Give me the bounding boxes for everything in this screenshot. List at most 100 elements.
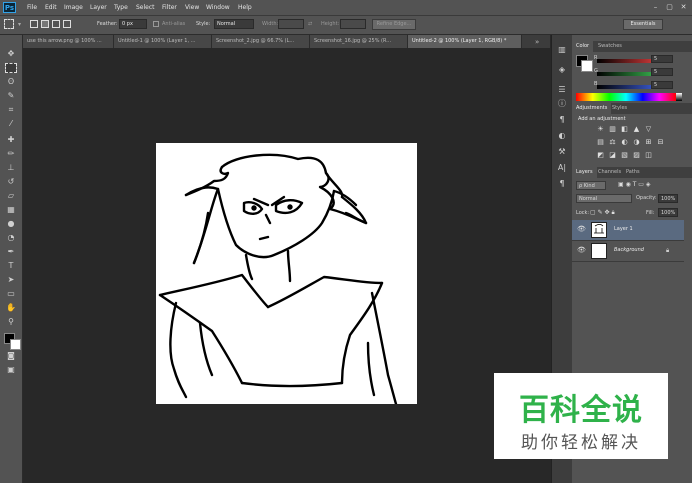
move-tool-icon[interactable]: ✥ bbox=[5, 49, 17, 59]
menu-help[interactable]: Help bbox=[238, 4, 252, 11]
tab-screenshot-16[interactable]: Screenshot_16.jpg @ 25% (R... bbox=[310, 35, 408, 48]
type-tool-icon[interactable]: T bbox=[5, 261, 17, 271]
tab-color[interactable]: Color bbox=[572, 41, 594, 52]
vibrance-icon[interactable]: ▽ bbox=[644, 125, 653, 134]
style-select[interactable]: Normal bbox=[214, 19, 254, 29]
layer-row-background[interactable]: 👁︎ Background 🔒︎ bbox=[572, 241, 684, 262]
color-lookup-icon[interactable]: ⊟ bbox=[656, 138, 665, 147]
menu-window[interactable]: Window bbox=[206, 4, 230, 11]
chevron-down-icon[interactable]: ▾ bbox=[18, 21, 21, 28]
hand-tool-icon[interactable]: ✋ bbox=[5, 303, 17, 313]
visibility-eye-icon[interactable]: 👁︎ bbox=[577, 225, 586, 233]
red-slider[interactable] bbox=[597, 59, 657, 63]
marquee-tool-icon[interactable] bbox=[5, 63, 17, 73]
minimize-icon[interactable]: – bbox=[651, 3, 660, 11]
paragraph-icon[interactable]: A| bbox=[557, 163, 567, 173]
antialias-checkbox[interactable] bbox=[153, 21, 159, 27]
navigator-icon[interactable]: ⚒ bbox=[557, 147, 567, 157]
workspace-select[interactable]: Essentials bbox=[623, 19, 663, 30]
document-canvas[interactable] bbox=[156, 143, 417, 406]
tabs-overflow-icon[interactable]: » bbox=[535, 38, 539, 46]
gradient-tool-icon[interactable]: ▦ bbox=[5, 205, 17, 215]
path-selection-tool-icon[interactable]: ➤ bbox=[5, 275, 17, 285]
swatches-icon[interactable]: ◐ bbox=[557, 131, 567, 141]
black-white-ramp[interactable] bbox=[676, 93, 682, 101]
tab-swatches[interactable]: Swatches bbox=[594, 41, 626, 52]
close-icon[interactable]: ✕ bbox=[679, 3, 688, 11]
lasso-tool-icon[interactable]: ʘ bbox=[5, 77, 17, 87]
menu-filter[interactable]: Filter bbox=[162, 4, 177, 11]
properties-panel-icon[interactable]: ☰ bbox=[557, 85, 567, 95]
quick-select-tool-icon[interactable]: ✎ bbox=[5, 91, 17, 101]
intersect-selection-icon[interactable] bbox=[63, 20, 71, 28]
refine-edge-button[interactable]: Refine Edge... bbox=[372, 19, 416, 30]
tab-use-this-arrow[interactable]: use this arrow.png @ 100% ... bbox=[23, 35, 114, 48]
tab-channels[interactable]: Channels bbox=[594, 167, 625, 178]
tab-paths[interactable]: Paths bbox=[622, 167, 644, 178]
visibility-eye-icon[interactable]: 👁︎ bbox=[577, 246, 586, 254]
menu-view[interactable]: View bbox=[185, 4, 199, 11]
menu-select[interactable]: Select bbox=[136, 4, 155, 11]
brush-tool-icon[interactable]: ✏ bbox=[5, 149, 17, 159]
width-input[interactable] bbox=[278, 19, 304, 29]
character-panel-icon[interactable]: ¶ bbox=[557, 115, 567, 125]
color-balance-icon[interactable]: ⚖ bbox=[608, 138, 617, 147]
green-value-field[interactable]: 5 bbox=[651, 68, 673, 76]
opacity-input[interactable]: 100% bbox=[658, 194, 678, 203]
crop-tool-icon[interactable]: ⌗ bbox=[5, 105, 17, 115]
add-selection-icon[interactable] bbox=[41, 20, 49, 28]
color-background-swatch[interactable] bbox=[581, 60, 593, 72]
fill-input[interactable]: 100% bbox=[658, 208, 678, 217]
tab-adjustments[interactable]: Adjustments bbox=[572, 103, 612, 114]
clone-stamp-tool-icon[interactable]: ⊥ bbox=[5, 163, 17, 173]
healing-brush-tool-icon[interactable]: ✚ bbox=[5, 135, 17, 145]
menu-layer[interactable]: Layer bbox=[90, 4, 107, 11]
layer-filter-icons[interactable]: ▣ ◉ T ▭ ◈ bbox=[618, 181, 650, 188]
red-value-field[interactable]: 5 bbox=[651, 55, 673, 63]
zoom-tool-icon[interactable]: ⚲ bbox=[5, 317, 17, 327]
blue-slider[interactable] bbox=[597, 85, 657, 89]
blue-value-field[interactable]: 5 bbox=[651, 81, 673, 89]
brightness-icon[interactable]: ☀ bbox=[596, 125, 605, 134]
glyphs-icon[interactable]: ¶ bbox=[557, 179, 567, 189]
history-panel-icon[interactable]: ▥ bbox=[557, 45, 567, 55]
tab-styles[interactable]: Styles bbox=[608, 103, 631, 114]
menu-type[interactable]: Type bbox=[114, 4, 128, 11]
marquee-tool-preset-icon[interactable] bbox=[4, 19, 14, 29]
quick-mask-icon[interactable]: ◙ bbox=[5, 351, 17, 361]
posterize-icon[interactable]: ◪ bbox=[608, 151, 617, 160]
layer-row-layer-1[interactable]: 👁︎ Layer 1 bbox=[572, 220, 684, 241]
feather-input[interactable]: 0 px bbox=[119, 19, 147, 29]
tab-screenshot-2[interactable]: Screenshot_2.jpg @ 66.7% (L... bbox=[212, 35, 310, 48]
dodge-tool-icon[interactable]: ◔ bbox=[5, 233, 17, 243]
menu-image[interactable]: Image bbox=[64, 4, 83, 11]
brush-presets-icon[interactable]: ◈ bbox=[557, 65, 567, 75]
new-selection-icon[interactable] bbox=[30, 20, 38, 28]
background-color-swatch[interactable] bbox=[10, 339, 21, 350]
eyedropper-tool-icon[interactable]: ⁄ bbox=[5, 119, 17, 129]
history-brush-tool-icon[interactable]: ↺ bbox=[5, 177, 17, 187]
layer-name[interactable]: Layer 1 bbox=[614, 226, 633, 232]
levels-icon[interactable]: ▥ bbox=[608, 125, 617, 134]
subtract-selection-icon[interactable] bbox=[52, 20, 60, 28]
gradient-map-icon[interactable]: ▨ bbox=[632, 151, 641, 160]
lock-options-icons[interactable]: ▢ ✎ ✥ 🔒︎ bbox=[590, 209, 615, 217]
green-slider[interactable] bbox=[597, 72, 657, 76]
height-input[interactable] bbox=[340, 19, 366, 29]
tab-untitled-2[interactable]: Untitled-2 @ 100% (Layer 1, RGB/8) * bbox=[408, 35, 522, 48]
exposure-icon[interactable]: ▲ bbox=[632, 125, 641, 134]
invert-icon[interactable]: ◩ bbox=[596, 151, 605, 160]
curves-icon[interactable]: ◧ bbox=[620, 125, 629, 134]
menu-edit[interactable]: Edit bbox=[45, 4, 57, 11]
color-spectrum-bar[interactable] bbox=[576, 93, 676, 101]
blend-mode-select[interactable]: Normal bbox=[576, 194, 632, 203]
channel-mixer-icon[interactable]: ⊞ bbox=[644, 138, 653, 147]
maximize-icon[interactable]: ▢ bbox=[665, 3, 674, 11]
tab-layers[interactable]: Layers bbox=[572, 167, 597, 178]
layer-name[interactable]: Background bbox=[614, 247, 644, 253]
black-white-icon[interactable]: ◐ bbox=[620, 138, 629, 147]
screen-mode-icon[interactable]: ▣ bbox=[5, 365, 17, 375]
eraser-tool-icon[interactable]: ▱ bbox=[5, 191, 17, 201]
photo-filter-icon[interactable]: ◑ bbox=[632, 138, 641, 147]
swap-icon[interactable]: ⇄ bbox=[308, 21, 312, 27]
